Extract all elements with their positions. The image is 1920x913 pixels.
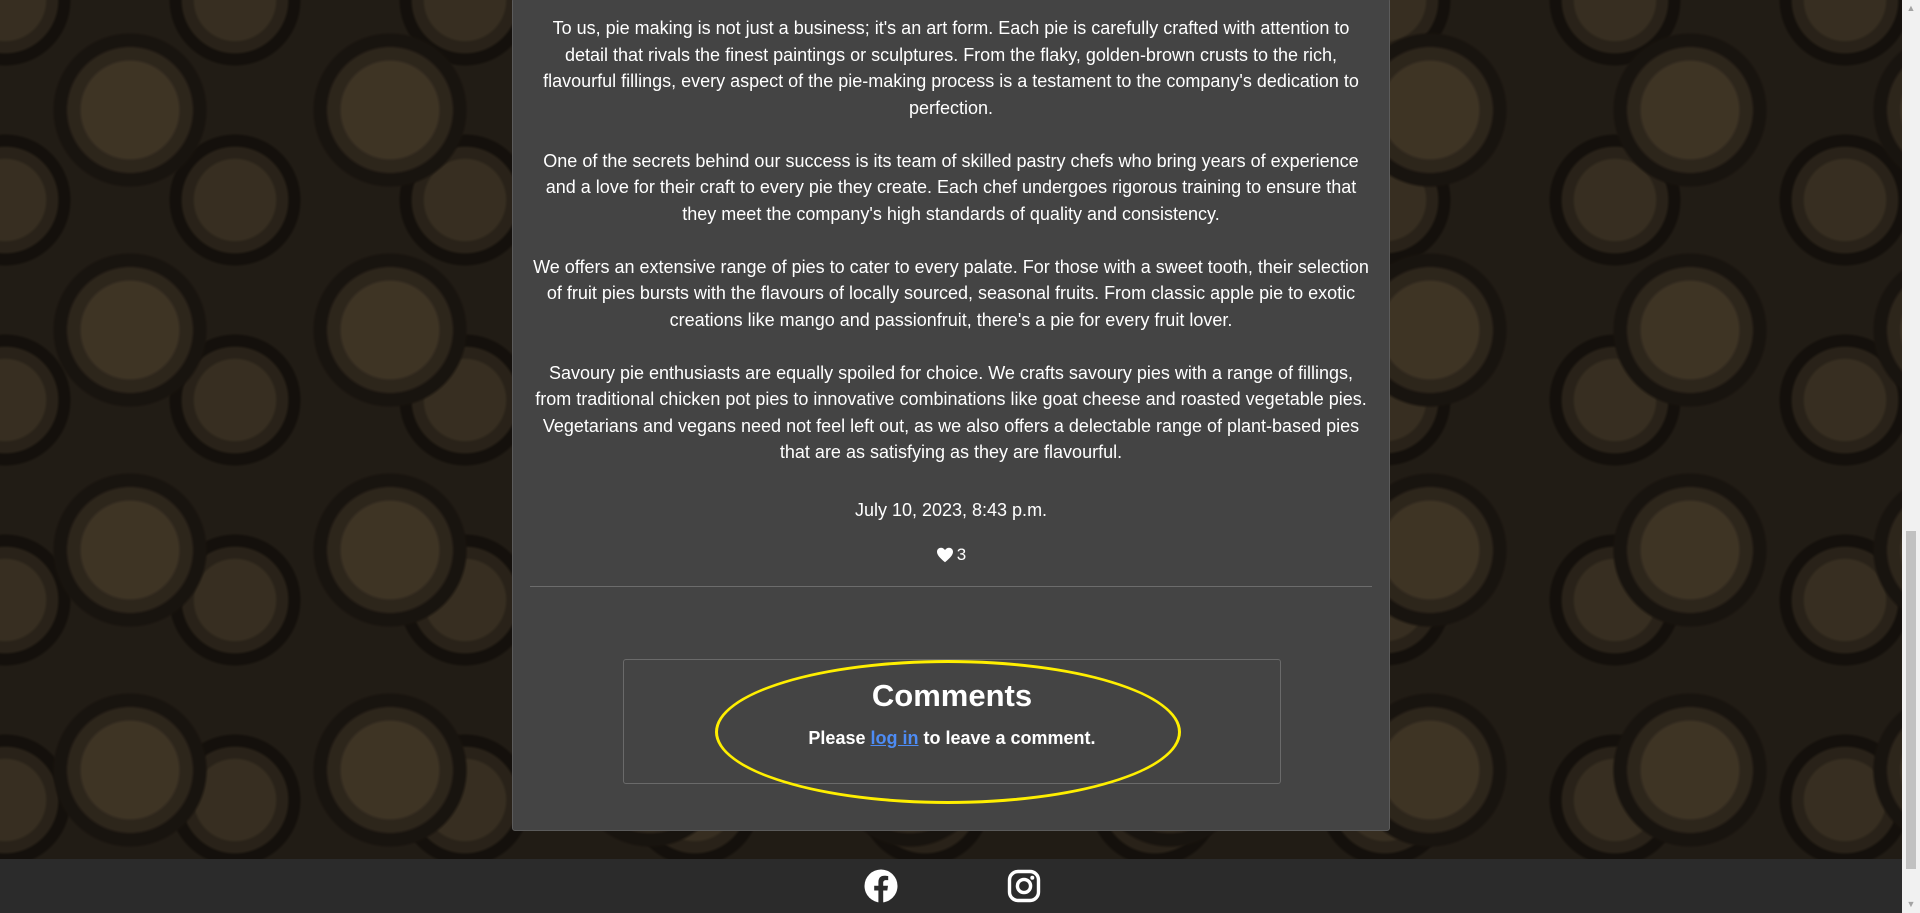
post-paragraph: Savoury pie enthusiasts are equally spoi… — [535, 362, 1367, 463]
footer — [0, 859, 1902, 913]
instagram-link[interactable] — [1007, 869, 1041, 903]
scroll-down-icon[interactable]: ▼ — [1902, 896, 1920, 913]
login-link[interactable]: log in — [870, 728, 918, 748]
post-paragraph: We offers an extensive range of pies to … — [533, 256, 1369, 330]
facebook-link[interactable] — [864, 869, 898, 903]
post-body: To us, pie making is not just a business… — [531, 15, 1371, 492]
login-prompt-before: Please — [808, 728, 871, 748]
login-prompt-after: to leave a comment. — [918, 728, 1096, 748]
post-date: July 10, 2023, 8:43 p.m. — [854, 500, 1048, 520]
post-paragraph: To us, pie making is not just a business… — [543, 18, 1359, 118]
post-paragraph: One of the secrets behind our success is… — [543, 150, 1359, 224]
page-scrollbar[interactable]: ▲ ▼ — [1902, 0, 1920, 913]
comments-title: Comments — [871, 678, 1033, 713]
login-prompt: Please log in to leave a comment. — [624, 728, 1280, 749]
divider — [530, 586, 1372, 587]
comments-section: Comments Please log in to leave a commen… — [623, 659, 1281, 784]
likes-count: 3 — [956, 545, 967, 564]
heart-icon — [936, 547, 953, 563]
scrollbar-thumb[interactable] — [1906, 531, 1916, 869]
post-card: To us, pie making is not just a business… — [512, 0, 1390, 831]
instagram-icon — [1007, 869, 1041, 903]
like-button[interactable]: 3 — [513, 545, 1389, 565]
facebook-icon — [864, 869, 898, 903]
scroll-up-icon[interactable]: ▲ — [1902, 0, 1920, 17]
